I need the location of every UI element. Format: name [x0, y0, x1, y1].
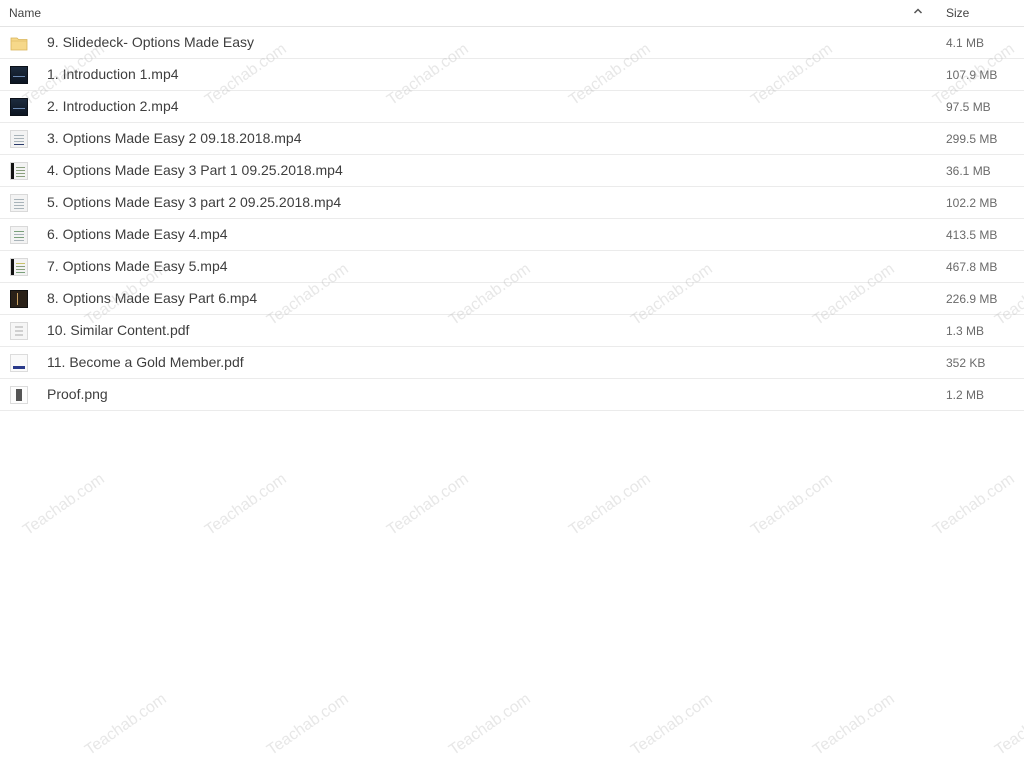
file-size: 1.3 MB: [946, 324, 985, 338]
file-name[interactable]: 2. Introduction 2.mp4: [47, 98, 179, 114]
file-row[interactable]: 9. Slidedeck- Options Made Easy 4.1 MB: [0, 27, 1024, 59]
file-row[interactable]: 1. Introduction 1.mp4 107.9 MB: [0, 59, 1024, 91]
watermark-text: Teachab.com: [930, 470, 1018, 539]
file-size: 102.2 MB: [946, 196, 998, 210]
file-size: 4.1 MB: [946, 36, 985, 50]
file-size: 226.9 MB: [946, 292, 998, 306]
watermark-text: Teachab.com: [264, 690, 352, 759]
chevron-up-icon[interactable]: [912, 5, 924, 17]
file-name[interactable]: 11. Become a Gold Member.pdf: [47, 354, 244, 370]
video-thumbnail-icon: [10, 130, 28, 148]
file-name[interactable]: 8. Options Made Easy Part 6.mp4: [47, 290, 257, 306]
file-row[interactable]: 5. Options Made Easy 3 part 2 09.25.2018…: [0, 187, 1024, 219]
file-row[interactable]: 8. Options Made Easy Part 6.mp4 226.9 MB: [0, 283, 1024, 315]
file-name[interactable]: 10. Similar Content.pdf: [47, 322, 189, 338]
watermark-text: Teachab.com: [992, 690, 1024, 759]
file-size: 413.5 MB: [946, 228, 998, 242]
pdf-thumbnail-icon: [10, 354, 28, 372]
video-thumbnail-icon: [10, 226, 28, 244]
file-size: 352 KB: [946, 356, 986, 370]
file-name[interactable]: 9. Slidedeck- Options Made Easy: [47, 34, 254, 50]
file-size: 467.8 MB: [946, 260, 998, 274]
file-size: 36.1 MB: [946, 164, 991, 178]
file-name[interactable]: 6. Options Made Easy 4.mp4: [47, 226, 228, 242]
watermark-text: Teachab.com: [82, 690, 170, 759]
video-thumbnail-icon: [10, 194, 28, 212]
file-name[interactable]: 3. Options Made Easy 2 09.18.2018.mp4: [47, 130, 302, 146]
file-row[interactable]: 3. Options Made Easy 2 09.18.2018.mp4 29…: [0, 123, 1024, 155]
file-size: 97.5 MB: [946, 100, 991, 114]
size-column-header[interactable]: Size: [946, 6, 969, 20]
watermark-text: Teachab.com: [566, 470, 654, 539]
file-row[interactable]: 4. Options Made Easy 3 Part 1 09.25.2018…: [0, 155, 1024, 187]
file-size: 107.9 MB: [946, 68, 998, 82]
file-row[interactable]: 10. Similar Content.pdf 1.3 MB: [0, 315, 1024, 347]
video-thumbnail-icon: [10, 66, 28, 84]
watermark-text: Teachab.com: [202, 470, 290, 539]
image-thumbnail-icon: [10, 386, 28, 404]
file-size: 299.5 MB: [946, 132, 998, 146]
file-size: 1.2 MB: [946, 388, 985, 402]
file-name[interactable]: 5. Options Made Easy 3 part 2 09.25.2018…: [47, 194, 341, 210]
file-row[interactable]: 7. Options Made Easy 5.mp4 467.8 MB: [0, 251, 1024, 283]
name-column-header[interactable]: Name: [9, 6, 41, 20]
video-thumbnail-icon: [10, 258, 28, 276]
file-row[interactable]: Proof.png 1.2 MB: [0, 379, 1024, 411]
watermark-text: Teachab.com: [748, 470, 836, 539]
watermark-text: Teachab.com: [628, 690, 716, 759]
watermark-text: Teachab.com: [446, 690, 534, 759]
file-name[interactable]: 1. Introduction 1.mp4: [47, 66, 179, 82]
watermark-text: Teachab.com: [384, 470, 472, 539]
video-thumbnail-icon: [10, 162, 28, 180]
video-thumbnail-icon: [10, 98, 28, 116]
video-thumbnail-icon: [10, 290, 28, 308]
file-name[interactable]: 4. Options Made Easy 3 Part 1 09.25.2018…: [47, 162, 343, 178]
file-list-header: Name Size: [0, 0, 1024, 27]
watermark-text: Teachab.com: [20, 470, 108, 539]
file-row[interactable]: 11. Become a Gold Member.pdf 352 KB: [0, 347, 1024, 379]
file-name[interactable]: Proof.png: [47, 386, 108, 402]
file-row[interactable]: 6. Options Made Easy 4.mp4 413.5 MB: [0, 219, 1024, 251]
pdf-thumbnail-icon: [10, 322, 28, 340]
file-list: Name Size 9. Slidedeck- Options Made Eas…: [0, 0, 1024, 411]
folder-icon: [10, 37, 28, 51]
file-name[interactable]: 7. Options Made Easy 5.mp4: [47, 258, 228, 274]
watermark-text: Teachab.com: [810, 690, 898, 759]
file-row[interactable]: 2. Introduction 2.mp4 97.5 MB: [0, 91, 1024, 123]
